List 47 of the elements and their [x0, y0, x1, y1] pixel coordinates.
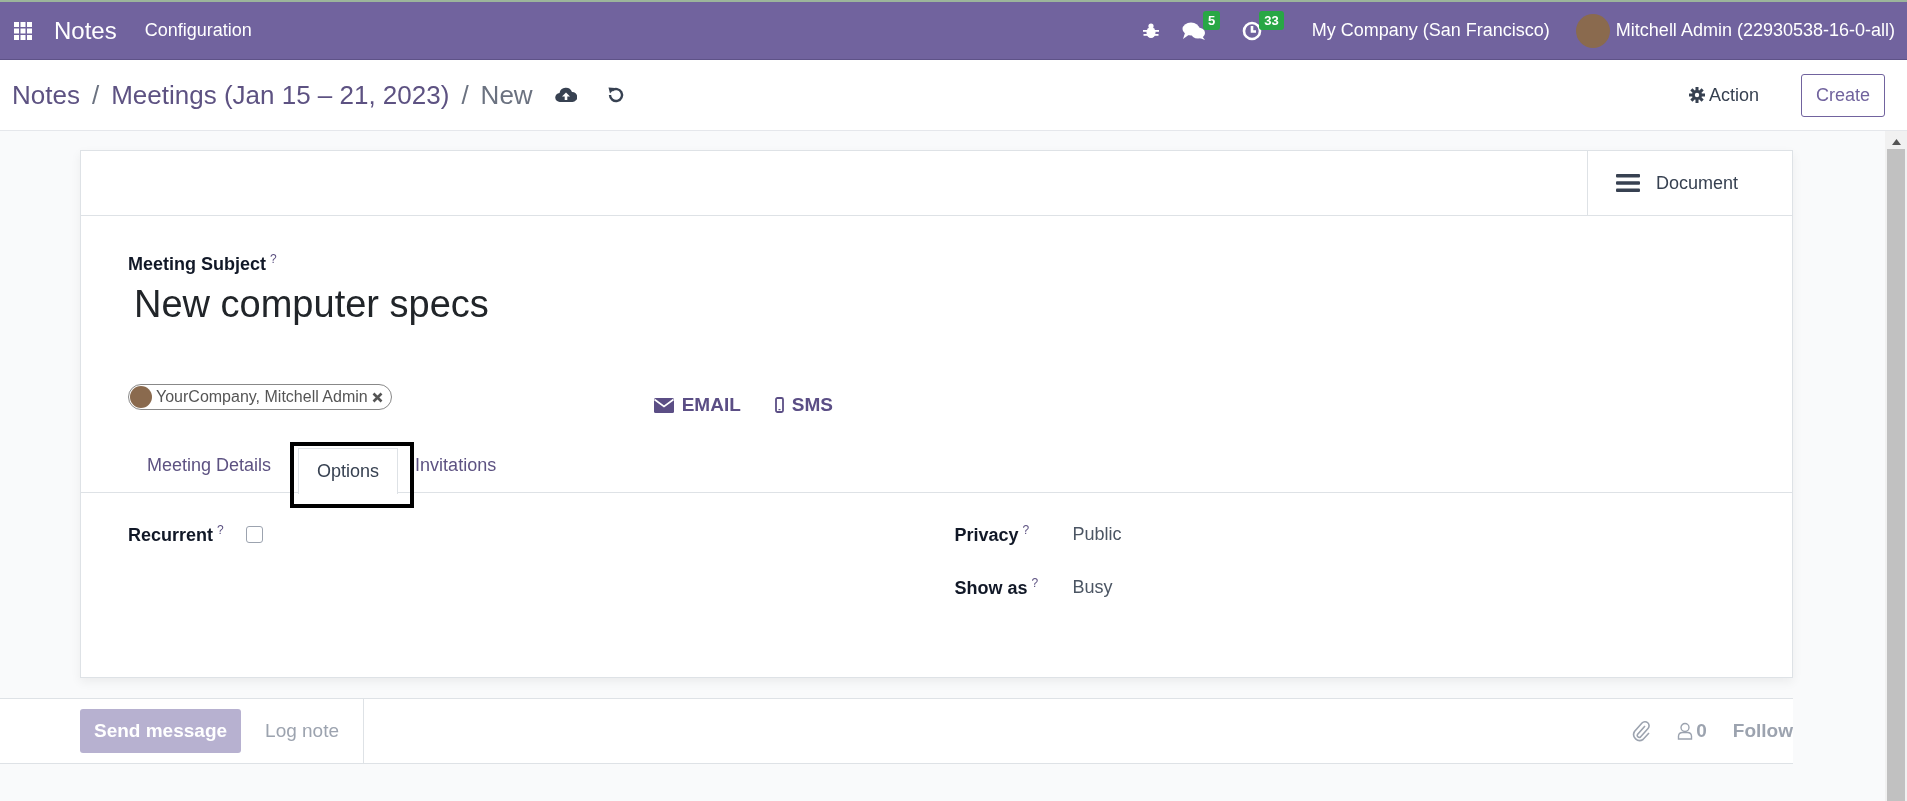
help-tooltip-mark[interactable]: ? — [1031, 576, 1039, 590]
breadcrumb-separator: / — [461, 79, 469, 111]
help-tooltip-mark[interactable]: ? — [217, 523, 224, 537]
remove-icon[interactable] — [371, 391, 383, 403]
clock-icon[interactable] — [1242, 20, 1263, 41]
breadcrumb-current: New — [480, 79, 533, 111]
email-button[interactable]: EMAIL — [653, 394, 741, 416]
action-menu-button[interactable]: Action — [1682, 83, 1765, 107]
user-menu[interactable]: Mitchell Admin (22930538-16-0-all) — [1615, 20, 1895, 41]
app-name[interactable]: Notes — [54, 16, 117, 45]
scrollbar[interactable] — [1885, 131, 1907, 801]
breadcrumb-separator: / — [91, 79, 100, 111]
notebook-tab[interactable]: Options — [298, 448, 399, 494]
field-label: Privacy — [954, 525, 1019, 545]
breadcrumb-link[interactable]: Notes — [12, 79, 80, 111]
menu-icon — [1615, 173, 1640, 193]
scroll-up-arrow-icon[interactable] — [1891, 139, 1901, 145]
checkbox[interactable] — [246, 526, 263, 543]
chat-bubbles-icon[interactable] — [1182, 20, 1207, 41]
mobile-phone-icon — [774, 397, 784, 413]
notebook-tab[interactable]: Invitations — [414, 442, 516, 488]
messages-count-badge: 5 — [1203, 10, 1221, 30]
field-value[interactable]: Public — [1072, 524, 1122, 545]
field-value[interactable]: Busy — [1072, 577, 1113, 598]
document-button[interactable]: Document — [1586, 151, 1792, 215]
field-label: Recurrent — [128, 525, 214, 545]
notebook-tab[interactable]: Meeting Details — [128, 442, 291, 488]
create-button[interactable]: Create — [1800, 73, 1885, 117]
paperclip-icon[interactable] — [1631, 720, 1652, 742]
sms-button[interactable]: SMS — [774, 394, 833, 416]
attendee-avatar — [130, 386, 152, 408]
activities-count-badge: 33 — [1259, 10, 1284, 30]
subject-field[interactable]: New computer specs — [134, 283, 1745, 326]
person-icon — [1677, 722, 1694, 740]
breadcrumb-link[interactable]: Meetings (Jan 15 – 21, 2023) — [111, 79, 450, 111]
envelope-icon — [653, 397, 674, 413]
field-label: Show as — [954, 578, 1028, 598]
help-tooltip-mark[interactable]: ? — [1022, 523, 1030, 537]
company-switcher[interactable]: My Company (San Francisco) — [1311, 20, 1550, 41]
undo-icon[interactable] — [606, 86, 625, 104]
bug-icon[interactable] — [1142, 21, 1161, 40]
field-label: Meeting Subject — [128, 254, 266, 274]
cloud-upload-icon[interactable] — [554, 87, 577, 103]
gear-icon — [1688, 87, 1705, 103]
menu-item[interactable]: Configuration — [144, 20, 252, 41]
help-tooltip-mark[interactable]: ? — [270, 252, 277, 266]
apps-grid-icon[interactable] — [14, 21, 32, 40]
